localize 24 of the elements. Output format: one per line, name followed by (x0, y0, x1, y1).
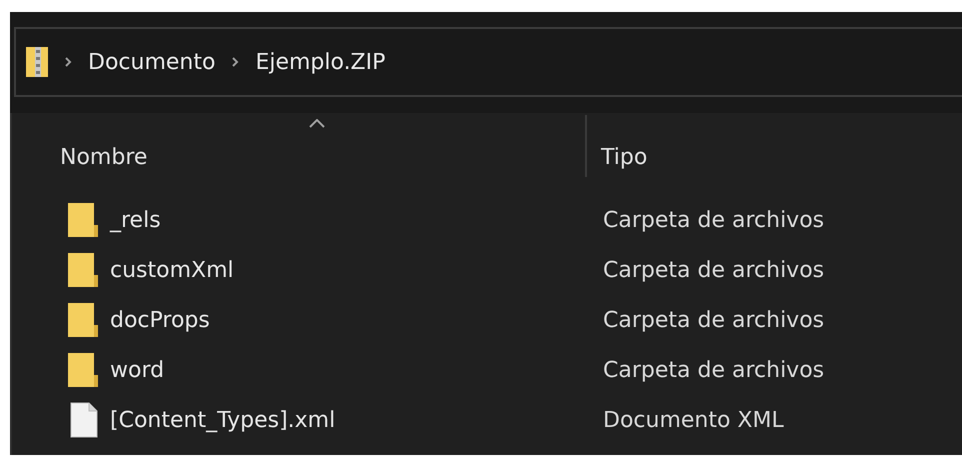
chevron-icon (64, 56, 72, 68)
file-type: Documento XML (603, 406, 784, 434)
column-header[interactable]: Nombre (60, 140, 148, 174)
file-type: Carpeta de archivos (603, 306, 824, 334)
file-icon (70, 402, 98, 438)
file-type: Carpeta de archivos (603, 256, 824, 284)
file-name[interactable]: _rels (110, 204, 603, 236)
file-name[interactable]: [Content_Types].xml (110, 404, 603, 436)
breadcrumb-item[interactable]: Ejemplo.ZIP (255, 46, 386, 78)
chevron-icon (231, 56, 240, 68)
file-type: Carpeta de archivos (603, 206, 824, 234)
folder-icon (68, 203, 98, 237)
folder-icon (68, 353, 98, 387)
file-type: Carpeta de archivos (603, 356, 824, 384)
breadcrumb-item[interactable]: Documento (88, 46, 216, 78)
folder-icon (68, 303, 98, 337)
file-name[interactable]: customXml (110, 254, 603, 286)
sort-up-icon (309, 119, 325, 128)
file-name[interactable]: word (110, 354, 603, 386)
column-header[interactable]: Tipo (601, 140, 648, 174)
zip-folder-icon (26, 47, 48, 77)
address-bar[interactable]: Documento Ejemplo.ZIP (14, 27, 962, 97)
file-name[interactable]: docProps (110, 304, 603, 336)
folder-icon (68, 253, 98, 287)
